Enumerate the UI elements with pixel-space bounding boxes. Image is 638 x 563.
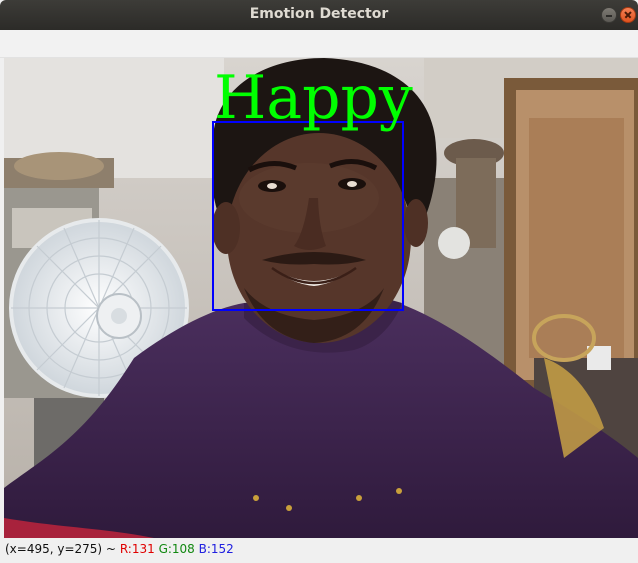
window-title: Emotion Detector	[249, 6, 389, 22]
minimize-button[interactable]	[601, 7, 617, 23]
cursor-coordinates: (x=495, y=275) ~	[5, 542, 116, 556]
toolbar	[0, 30, 638, 58]
red-value: R:131	[119, 542, 155, 556]
close-button[interactable]	[620, 7, 636, 23]
face-bounding-box	[212, 121, 404, 311]
emotion-label: Happy	[214, 63, 413, 133]
status-bar: (x=495, y=275) ~ R:131 G:108 B:152	[0, 538, 638, 563]
green-value: G:108	[158, 542, 195, 556]
blue-value: B:152	[198, 542, 234, 556]
title-bar[interactable]: Emotion Detector	[0, 0, 638, 30]
video-frame[interactable]: Happy	[4, 58, 638, 538]
